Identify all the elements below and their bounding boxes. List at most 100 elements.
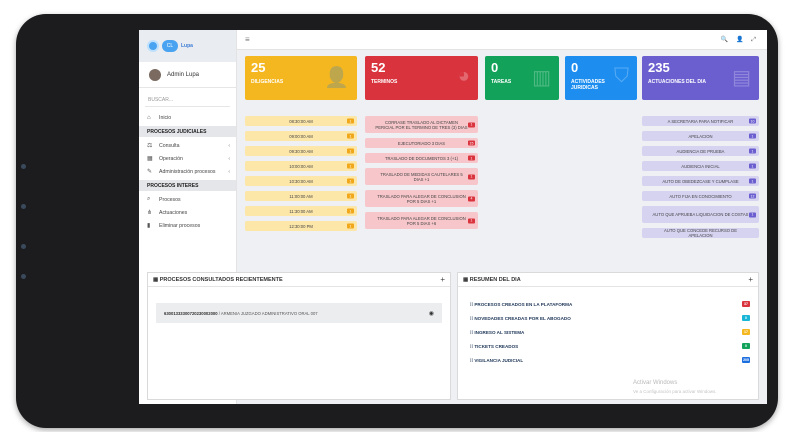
diligencia-item[interactable]: 09:30:00 AM 1 xyxy=(245,146,357,156)
diligencia-item[interactable]: 10:30:00 AM 1 xyxy=(245,176,357,186)
procesos-panel-header: ▦ PROCESOS CONSULTADOS RECIENTEMENTE + xyxy=(148,273,450,287)
topbar-actions[interactable]: 🔍 👤 ⤢ xyxy=(721,36,759,44)
termino-badge: 15 xyxy=(468,140,475,146)
user-panel[interactable]: Admin Lupa xyxy=(139,62,236,88)
hamburger-icon[interactable]: ≡ xyxy=(245,35,250,44)
user-name: Admin Lupa xyxy=(167,71,200,78)
resumen-row-label: INGRESO AL SISTEMA xyxy=(474,329,525,335)
resumen-row-label: NOVEDADES CREADAS POR EL ABOGADO xyxy=(474,315,571,321)
home-icon: ⌂ xyxy=(147,114,151,121)
recent-process-item[interactable]: 63001333300720230002000 / ARMENIA JUZGAD… xyxy=(156,303,442,323)
resumen-row-label: TICKETS CREADOS xyxy=(474,343,519,349)
user-plus-icon: 👤 xyxy=(324,67,349,89)
stat-card[interactable]: 0 ACTIVIDADES JURIDICAS ⛉ xyxy=(565,56,637,100)
diligencia-time: 10:00:00 AM xyxy=(289,163,313,169)
resumen-row[interactable]: ⁞⁞ VIGILANCIA JUDICIAL 205 xyxy=(458,353,758,367)
eye-icon[interactable]: ◉ xyxy=(429,310,434,317)
terminos-list: CORRASE TRASLADO AL DICTAMEN PERICIAL PO… xyxy=(365,116,478,256)
actuacion-item[interactable]: A SECRETARIA PARA NOTIFICAR 10 xyxy=(642,116,759,126)
termino-item[interactable]: EJECUTORIADO 3 DIAS 15 xyxy=(365,138,478,148)
process-code: 63001333300720230002000 xyxy=(164,310,218,316)
sidebar-item[interactable]: ⌕ Procesos xyxy=(139,193,236,206)
termino-badge: 1 xyxy=(468,155,475,161)
termino-item[interactable]: TRASLADO DE DOCUMENTOS 3 (+1) 1 xyxy=(365,153,478,163)
diligencia-item[interactable]: 09:00:00 AM 1 xyxy=(245,131,357,141)
expand-plus-icon[interactable]: + xyxy=(748,275,753,284)
pie-chart-icon: ◕ xyxy=(457,65,470,87)
resumen-rows: ⁞⁞ PROCESOS CREADOS EN LA PLATAFORMA 37 ⁞⁞… xyxy=(458,287,758,367)
bag-icon: ⛉ xyxy=(614,65,629,87)
diligencia-item[interactable]: 08:30:00 AM 1 xyxy=(245,116,357,126)
sidebar-item[interactable]: ⚖ Consulta ‹ xyxy=(139,139,236,152)
actuacion-badge: 1 xyxy=(749,212,756,217)
sensor-dot xyxy=(21,204,26,209)
diligencia-time: 09:30:00 AM xyxy=(289,148,313,154)
resumen-row-badge: 205 xyxy=(742,357,750,363)
resumen-row[interactable]: ⁞⁞ INGRESO AL SISTEMA 17 xyxy=(458,325,758,339)
grid-icon: ▦ xyxy=(147,156,153,162)
termino-text: TRASLADO DE MEDIDAS CAUTELARES 5 DIAS +1 xyxy=(380,171,463,182)
diligencia-badge: 1 xyxy=(347,118,354,124)
sidebar-item[interactable]: ⌂ Inicio xyxy=(139,111,236,124)
resumen-row-label-wrap: ⁞⁞ INGRESO AL SISTEMA xyxy=(470,329,525,335)
diligencia-badge: 1 xyxy=(347,208,354,214)
resumen-row-label-wrap: ⁞⁞ PROCESOS CREADOS EN LA PLATAFORMA xyxy=(470,301,573,307)
resumen-row-badge: 0 xyxy=(742,343,750,349)
actuacion-item[interactable]: AUTO FIJA EN CONOCIMIENTO 12 xyxy=(642,191,759,201)
actuacion-text: AUTO DE OBEDEZCASE Y CUMPLASE xyxy=(662,178,739,184)
diligencia-time: 09:00:00 AM xyxy=(289,133,313,139)
sensor-dot xyxy=(21,244,26,249)
sidebar-item[interactable]: ▮ Eliminar procesos xyxy=(139,219,236,232)
actuacion-text: APELACION xyxy=(688,133,713,139)
sidebar-item[interactable]: ▦ Operación ‹ xyxy=(139,152,236,165)
diligencia-item[interactable]: 11:00:00 AM 1 xyxy=(245,191,357,201)
termino-item[interactable]: TRASLADO PARA ALEGAR DE CONCLUSION POR 5… xyxy=(365,190,478,207)
actuacion-item[interactable]: AUTO QUE CONCEDE RECURSO DE APELACION xyxy=(642,228,759,238)
stat-card[interactable]: 52 TERMINOS ◕ xyxy=(365,56,478,100)
actuacion-text: AUDIENCIA DE PRUEBA xyxy=(676,148,725,154)
recent-process-text: 63001333300720230002000 / ARMENIA JUZGAD… xyxy=(164,311,318,316)
diligencia-item[interactable]: 11:30:00 AM 1 xyxy=(245,206,357,216)
resumen-row-badge: 0 xyxy=(742,315,750,321)
resumen-row[interactable]: ⁞⁞ NOVEDADES CREADAS POR EL ABOGADO 0 xyxy=(458,311,758,325)
wrench-icon: ✎ xyxy=(147,169,153,175)
sidebar-item-label: Consulta xyxy=(159,142,180,149)
sidebar-item[interactable]: ⋔ Actuaciones xyxy=(139,206,236,219)
termino-badge: 4 xyxy=(468,196,475,201)
diligencia-time: 11:30:00 AM xyxy=(289,208,313,214)
logo-text: Lupa xyxy=(181,43,193,49)
diligencias-list: 08:30:00 AM 1 09:00:00 AM 1 09:30:00 AM 1 10:0… xyxy=(245,116,357,256)
resumen-row-label: PROCESOS CREADOS EN LA PLATAFORMA xyxy=(474,301,573,307)
resumen-row[interactable]: ⁞⁞ TICKETS CREADOS 0 xyxy=(458,339,758,353)
termino-item[interactable]: TRASLADO DE MEDIDAS CAUTELARES 5 DIAS +1… xyxy=(365,168,478,185)
expand-plus-icon[interactable]: + xyxy=(440,275,445,284)
chevron-left-icon: ‹ xyxy=(228,142,230,149)
termino-text: CORRASE TRASLADO AL DICTAMEN PERICIAL PO… xyxy=(375,119,468,130)
sidebar-item-label: Actuaciones xyxy=(159,209,188,216)
termino-item[interactable]: CORRASE TRASLADO AL DICTAMEN PERICIAL PO… xyxy=(365,116,478,133)
resumen-row[interactable]: ⁞⁞ PROCESOS CREADOS EN LA PLATAFORMA 37 xyxy=(458,297,758,311)
actuacion-item[interactable]: AUDIENCIA DE PRUEBA 1 xyxy=(642,146,759,156)
procesos-panel: ▦ PROCESOS CONSULTADOS RECIENTEMENTE + 6… xyxy=(147,272,451,400)
stat-card[interactable]: 0 TAREAS ▥ xyxy=(485,56,559,100)
logo[interactable]: CL Lupa xyxy=(139,30,236,62)
actuacion-text: AUTO QUE APRUEBA LIQUIDACION DE COSTAS xyxy=(652,212,749,217)
stat-card[interactable]: 235 ACTUACIONES DEL DIA ▤ xyxy=(642,56,759,100)
sidebar-item[interactable]: ✎ Administración procesos ‹ xyxy=(139,165,236,178)
actuacion-badge: 1 xyxy=(749,163,756,169)
actuacion-item[interactable]: AUTO DE OBEDEZCASE Y CUMPLASE 1 xyxy=(642,176,759,186)
stat-card[interactable]: 25 DILIGENCIAS 👤 xyxy=(245,56,357,100)
diligencia-item[interactable]: 12:30:00 PM 1 xyxy=(245,221,357,231)
actuacion-badge: 1 xyxy=(749,148,756,154)
trash-icon: ▮ xyxy=(147,223,151,229)
diligencia-item[interactable]: 10:00:00 AM 1 xyxy=(245,161,357,171)
termino-text: EJECUTORIADO 3 DIAS xyxy=(397,140,446,146)
actuacion-item[interactable]: APELACION 1 xyxy=(642,131,759,141)
sidebar-item-label: Procesos xyxy=(159,196,181,203)
termino-item[interactable]: TRASLADO PARA ALEGAR DE CONCLUSION POR 5… xyxy=(365,212,478,229)
actuacion-badge: 1 xyxy=(749,133,756,139)
actuacion-item[interactable]: AUDIENCIA INICIAL 1 xyxy=(642,161,759,171)
actuacion-item[interactable]: AUTO QUE APRUEBA LIQUIDACION DE COSTAS 1 xyxy=(642,206,759,223)
termino-text: TRASLADO PARA ALEGAR DE CONCLUSION POR 5… xyxy=(377,215,466,226)
search-input[interactable]: BUSCAR... xyxy=(145,94,230,107)
